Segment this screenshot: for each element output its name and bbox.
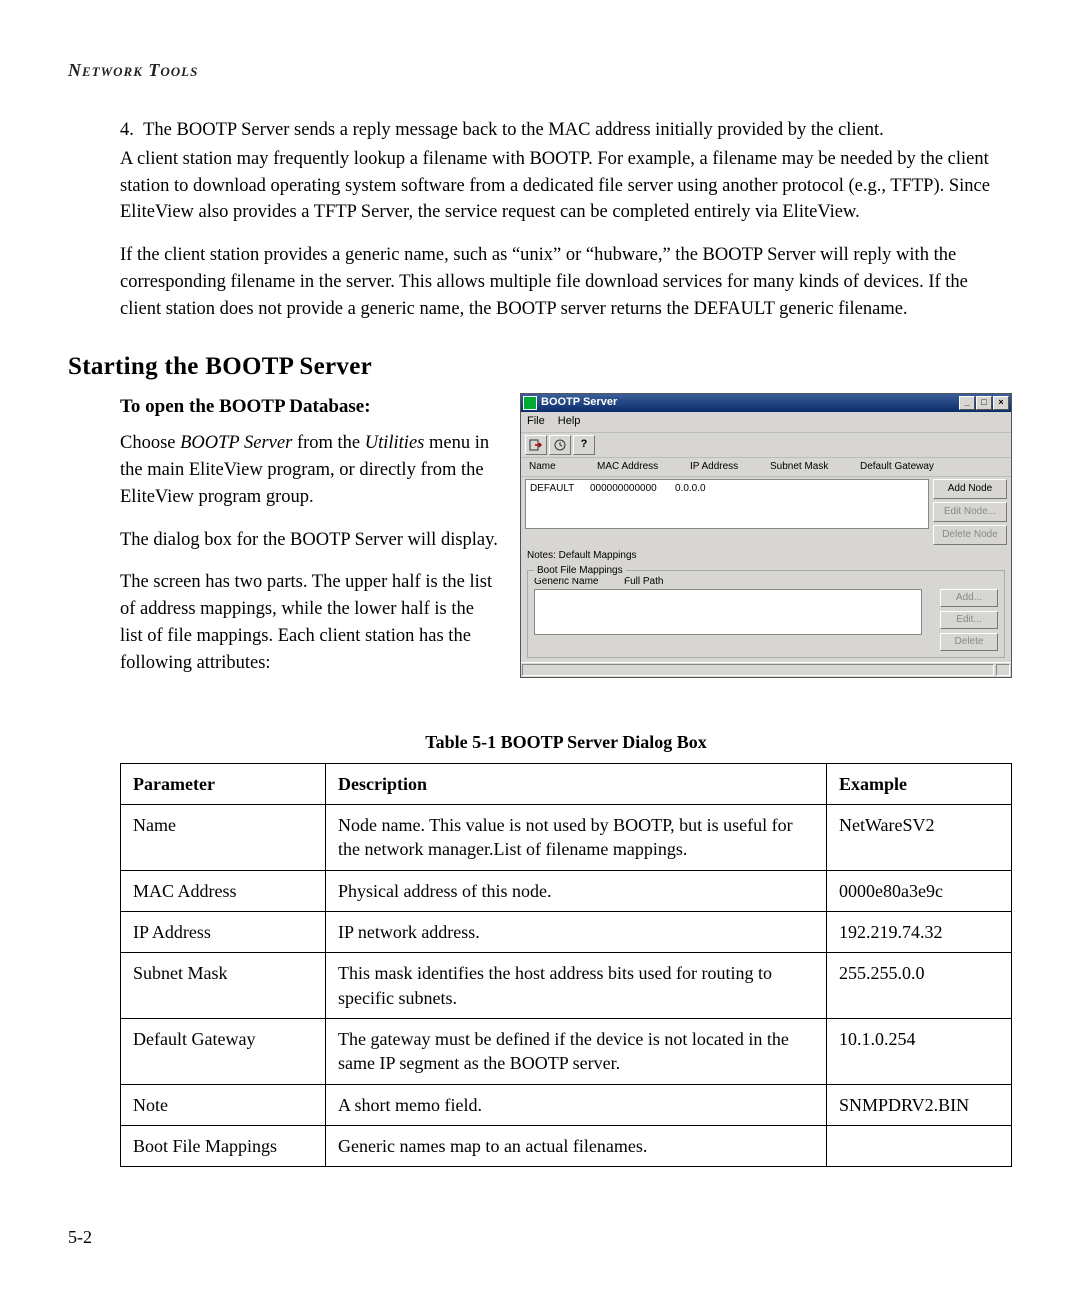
table-cell: Subnet Mask xyxy=(121,953,326,1019)
step-4-text: The BOOTP Server sends a reply message b… xyxy=(143,120,884,140)
mapping-list[interactable] xyxy=(534,589,922,635)
col-gateway[interactable]: Default Gateway xyxy=(856,460,1007,475)
toolbar-clock-icon[interactable] xyxy=(549,435,571,455)
dialog-toolbar: ? xyxy=(521,432,1011,458)
table-cell: NetWareSV2 xyxy=(827,805,1012,871)
table-cell: Default Gateway xyxy=(121,1018,326,1084)
status-bar xyxy=(521,662,1011,677)
table-cell: Note xyxy=(121,1084,326,1125)
col-name[interactable]: Name xyxy=(525,460,593,475)
th-example: Example xyxy=(827,763,1012,804)
groupbox-title: Boot File Mappings xyxy=(534,564,626,579)
running-header: Network Tools xyxy=(68,60,1012,81)
dialog-titlebar[interactable]: BOOTP Server _ □ × xyxy=(521,394,1011,412)
paragraph-1: A client station may frequently lookup a… xyxy=(120,146,1012,226)
table-cell: 10.1.0.254 xyxy=(827,1018,1012,1084)
add-node-button[interactable]: Add Node xyxy=(933,479,1007,499)
step-4: 4. The BOOTP Server sends a reply messag… xyxy=(120,117,1012,144)
boot-file-mappings-group: Boot File Mappings Generic Name Full Pat… xyxy=(527,570,1005,659)
parameters-table: Parameter Description Example NameNode n… xyxy=(120,763,1012,1167)
minimize-button[interactable]: _ xyxy=(959,396,975,410)
table-cell: IP Address xyxy=(121,912,326,953)
table-cell: 255.255.0.0 xyxy=(827,953,1012,1019)
left-column: To open the BOOTP Database: Choose BOOTP… xyxy=(120,393,500,693)
col-subnet[interactable]: Subnet Mask xyxy=(766,460,856,475)
th-parameter: Parameter xyxy=(121,763,326,804)
table-row: Boot File MappingsGeneric names map to a… xyxy=(121,1125,1012,1166)
section-body: To open the BOOTP Database: Choose BOOTP… xyxy=(120,393,1012,1167)
table-cell: The gateway must be defined if the devic… xyxy=(326,1018,827,1084)
table-header-row: Parameter Description Example xyxy=(121,763,1012,804)
subheading: To open the BOOTP Database: xyxy=(120,393,500,421)
th-description: Description xyxy=(326,763,827,804)
mapping-add-button[interactable]: Add... xyxy=(940,589,998,607)
table-row: Default GatewayThe gateway must be defin… xyxy=(121,1018,1012,1084)
table-cell: Node name. This value is not used by BOO… xyxy=(326,805,827,871)
table-cell: Name xyxy=(121,805,326,871)
table-row: NoteA short memo field.SNMPDRV2.BIN xyxy=(121,1084,1012,1125)
table-cell: SNMPDRV2.BIN xyxy=(827,1084,1012,1125)
paragraph-2: If the client station provides a generic… xyxy=(120,242,1012,322)
table-row: IP AddressIP network address.192.219.74.… xyxy=(121,912,1012,953)
node-buttons: Add Node Edit Node... Delete Node xyxy=(933,477,1011,547)
table-cell: This mask identifies the host address bi… xyxy=(326,953,827,1019)
col-full-path: Full Path xyxy=(624,575,663,590)
col-ip[interactable]: IP Address xyxy=(686,460,766,475)
left-p1: Choose BOOTP Server from the Utilities m… xyxy=(120,430,500,510)
close-button[interactable]: × xyxy=(993,396,1009,410)
document-page: Network Tools 4. The BOOTP Server sends … xyxy=(0,0,1080,1288)
table-cell: MAC Address xyxy=(121,870,326,911)
table-cell xyxy=(827,1125,1012,1166)
table-cell: Generic names map to an actual filenames… xyxy=(326,1125,827,1166)
page-number: 5-2 xyxy=(68,1227,1012,1248)
section-heading: Starting the BOOTP Server xyxy=(68,353,1012,381)
table-row: MAC AddressPhysical address of this node… xyxy=(121,870,1012,911)
table-cell: 192.219.74.32 xyxy=(827,912,1012,953)
table-row[interactable]: DEFAULT 000000000000 0.0.0.0 xyxy=(530,482,924,497)
toolbar-exit-icon[interactable] xyxy=(525,435,547,455)
mapping-edit-button[interactable]: Edit... xyxy=(940,611,998,629)
col-mac[interactable]: MAC Address xyxy=(593,460,686,475)
mapping-delete-button[interactable]: Delete xyxy=(940,633,998,651)
table-caption: Table 5-1 BOOTP Server Dialog Box xyxy=(120,729,1012,755)
delete-node-button[interactable]: Delete Node xyxy=(933,525,1007,545)
table-cell: A short memo field. xyxy=(326,1084,827,1125)
maximize-button[interactable]: □ xyxy=(976,396,992,410)
table-cell: IP network address. xyxy=(326,912,827,953)
left-p2: The dialog box for the BOOTP Server will… xyxy=(120,527,500,554)
toolbar-help-icon[interactable]: ? xyxy=(573,435,595,455)
table-row: NameNode name. This value is not used by… xyxy=(121,805,1012,871)
table-row: Subnet MaskThis mask identifies the host… xyxy=(121,953,1012,1019)
body-text: 4. The BOOTP Server sends a reply messag… xyxy=(120,117,1012,323)
dialog-title: BOOTP Server xyxy=(541,395,617,411)
menu-file[interactable]: File xyxy=(527,415,545,427)
table-cell: Physical address of this node. xyxy=(326,870,827,911)
app-icon xyxy=(523,396,537,410)
column-headers: Name MAC Address IP Address Subnet Mask … xyxy=(521,458,1011,478)
bootp-server-dialog: BOOTP Server _ □ × File Help xyxy=(520,393,1012,678)
dialog-menubar: File Help xyxy=(521,412,1011,432)
table-cell: Boot File Mappings xyxy=(121,1125,326,1166)
mapping-buttons: Add... Edit... Delete xyxy=(940,589,998,651)
menu-help[interactable]: Help xyxy=(558,415,581,427)
left-p3: The screen has two parts. The upper half… xyxy=(120,569,500,676)
node-list[interactable]: DEFAULT 000000000000 0.0.0.0 xyxy=(525,479,929,529)
table-cell: 0000e80a3e9c xyxy=(827,870,1012,911)
edit-node-button[interactable]: Edit Node... xyxy=(933,502,1007,522)
